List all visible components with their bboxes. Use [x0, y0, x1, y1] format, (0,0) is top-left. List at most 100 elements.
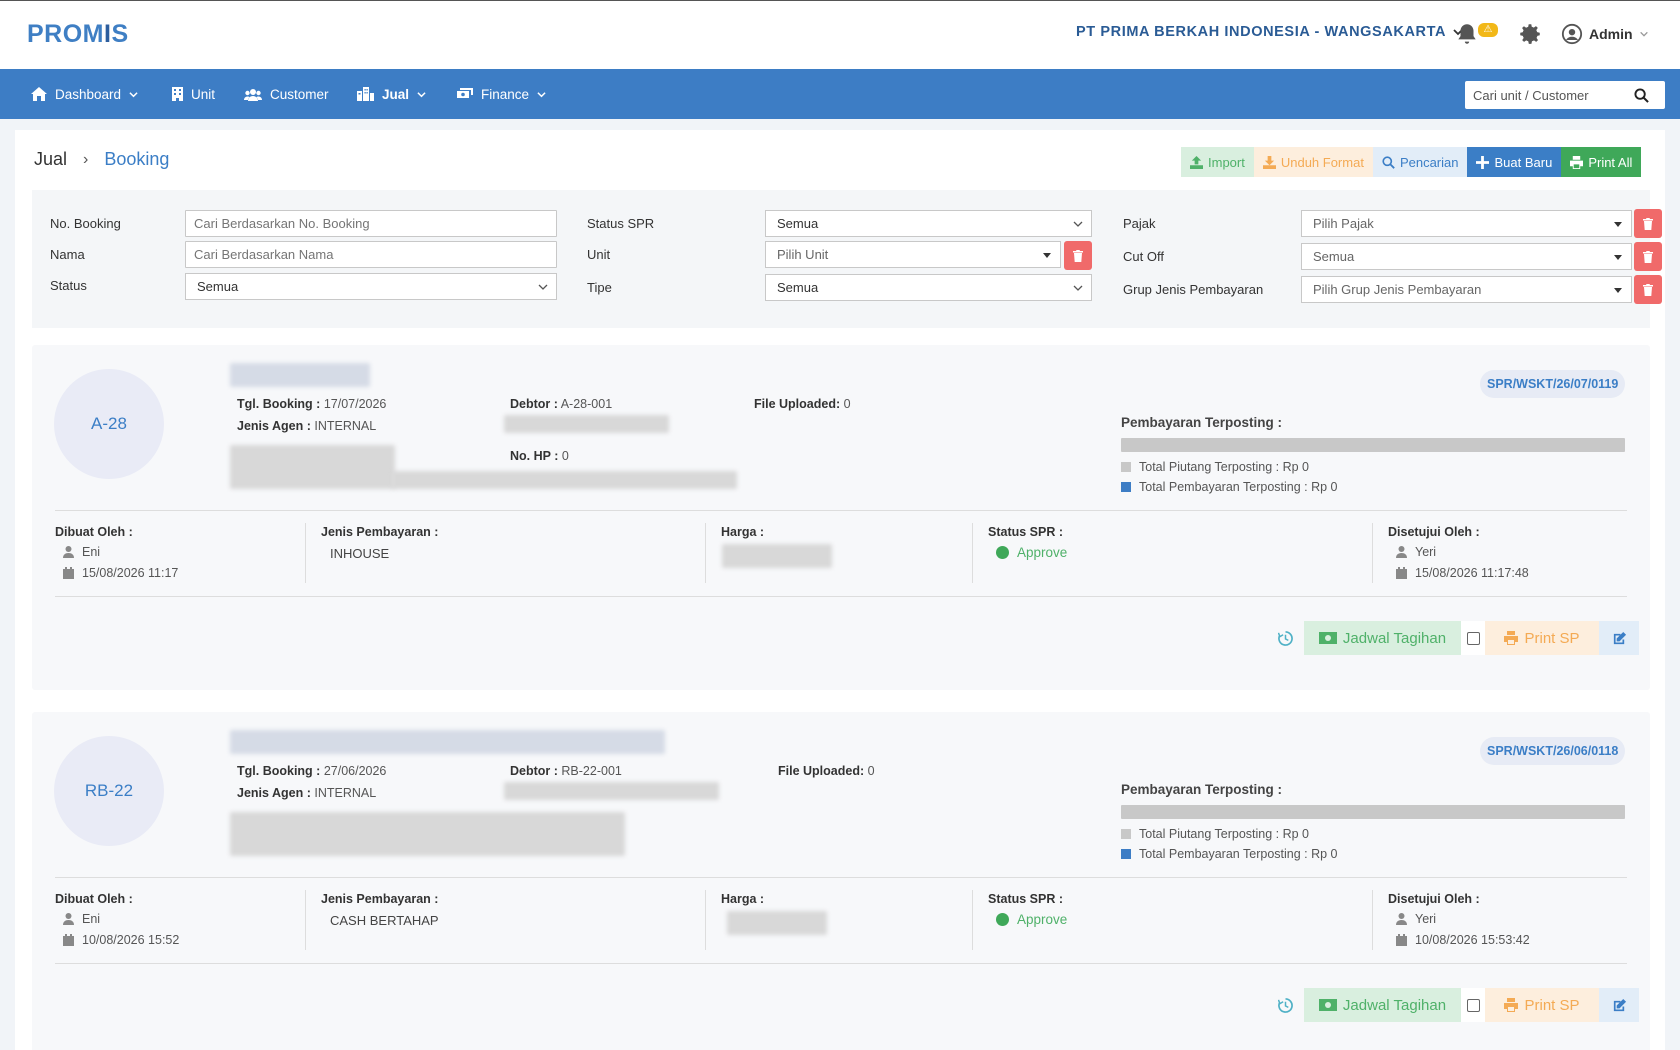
- trash-icon: [1643, 217, 1653, 230]
- address-redacted: [230, 812, 625, 856]
- clear-cut-off-button[interactable]: [1634, 242, 1662, 271]
- clear-grup-button[interactable]: [1634, 275, 1662, 304]
- print-sp-button[interactable]: Print SP: [1485, 621, 1599, 655]
- nav-item-customer[interactable]: Customer: [244, 69, 329, 119]
- divider: [705, 890, 706, 950]
- select-checkbox[interactable]: [1461, 621, 1485, 655]
- download-format-button[interactable]: Unduh Format: [1253, 147, 1373, 177]
- users-icon: [244, 88, 262, 101]
- grup-jenis-pembayaran-select[interactable]: Pilih Grup Jenis Pembayaran: [1301, 276, 1632, 303]
- city-icon: [357, 87, 374, 101]
- spr-number-badge[interactable]: SPR/WSKT/26/07/0119: [1480, 370, 1626, 398]
- user-icon: [1396, 546, 1407, 558]
- customer-name-redacted: [230, 363, 370, 387]
- unit-avatar: RB-22: [54, 736, 164, 846]
- nav-item-dashboard[interactable]: Dashboard: [31, 69, 138, 119]
- divider: [1372, 523, 1373, 583]
- filter-label-cut-off: Cut Off: [1123, 249, 1164, 264]
- clear-pajak-button[interactable]: [1634, 209, 1662, 238]
- card-actions: Jadwal Tagihan Print SP: [1267, 621, 1639, 655]
- divider: [972, 523, 973, 583]
- chevron-down-icon: [1073, 221, 1083, 227]
- print-all-button[interactable]: Print All: [1561, 147, 1642, 177]
- upload-icon: [1190, 155, 1203, 169]
- filter-label-status: Status: [50, 278, 87, 293]
- import-button[interactable]: Import: [1181, 147, 1254, 177]
- filter-label-status-spr: Status SPR: [587, 216, 655, 231]
- app-logo[interactable]: PROMIS: [27, 20, 129, 49]
- user-menu[interactable]: Admin: [1561, 23, 1649, 45]
- filter-panel: No. Booking Nama Status Semua Status SPR…: [32, 190, 1662, 328]
- dibuat-oleh-label: Dibuat Oleh :: [55, 892, 133, 906]
- spr-number-badge[interactable]: SPR/WSKT/26/06/0118: [1480, 737, 1626, 765]
- filter-label-grup: Grup Jenis Pembayaran: [1123, 282, 1264, 297]
- print-sp-button[interactable]: Print SP: [1485, 988, 1599, 1022]
- booking-card: RB-22 Tgl. Booking : 27/06/2026 Jenis Ag…: [32, 712, 1650, 1050]
- nav-item-unit[interactable]: Unit: [172, 69, 215, 119]
- unit-select[interactable]: Pilih Unit: [765, 241, 1061, 268]
- disetujui-oleh-user: Yeri: [1396, 912, 1436, 926]
- legend-total-piutang: Total Piutang Terposting : Rp 0: [1121, 460, 1309, 474]
- caret-down-icon: [1614, 222, 1622, 227]
- calendar-icon: [1396, 567, 1407, 579]
- gear-icon[interactable]: [1517, 21, 1543, 47]
- edit-button[interactable]: [1599, 988, 1639, 1022]
- tgl-booking: Tgl. Booking : 27/06/2026: [237, 764, 387, 778]
- cut-off-select[interactable]: Semua: [1301, 243, 1632, 270]
- company-selector[interactable]: PT PRIMA BERKAH INDONESIA - WANGSAKARTA: [1076, 24, 1464, 40]
- divider: [55, 510, 1627, 511]
- tipe-select[interactable]: Semua: [765, 274, 1092, 301]
- legend-total-pembayaran: Total Pembayaran Terposting : Rp 0: [1121, 847, 1338, 861]
- search-button[interactable]: Pencarian: [1372, 147, 1468, 177]
- no-hp: No. HP : 0: [510, 449, 569, 463]
- clear-unit-button[interactable]: [1064, 241, 1092, 270]
- history-button[interactable]: [1267, 988, 1304, 1022]
- bell-icon[interactable]: [1454, 21, 1480, 47]
- disetujui-oleh-user: Yeri: [1396, 545, 1436, 559]
- jenis-agen: Jenis Agen : INTERNAL: [237, 419, 377, 433]
- file-uploaded: File Uploaded: 0: [754, 397, 851, 411]
- global-search-input[interactable]: [1465, 87, 1630, 103]
- nav-item-finance[interactable]: Finance: [457, 69, 546, 119]
- jenis-pembayaran-value: INHOUSE: [330, 546, 390, 561]
- user-icon: [1396, 913, 1407, 925]
- status-dot: [996, 913, 1009, 926]
- printer-icon: [1570, 155, 1584, 169]
- nav-item-jual[interactable]: Jual: [357, 69, 426, 119]
- status-spr-label: Status SPR :: [988, 892, 1064, 906]
- pembayaran-progress-bar: [1121, 438, 1625, 452]
- address-line-redacted: [392, 471, 737, 489]
- dibuat-oleh-label: Dibuat Oleh :: [55, 525, 133, 539]
- create-new-button[interactable]: Buat Baru: [1467, 147, 1562, 177]
- user-icon: [63, 913, 74, 925]
- search-icon[interactable]: [1634, 87, 1649, 103]
- divider: [55, 596, 1627, 597]
- history-icon: [1278, 997, 1293, 1013]
- jadwal-tagihan-button[interactable]: Jadwal Tagihan: [1304, 621, 1461, 655]
- filter-label-tipe: Tipe: [587, 280, 612, 295]
- history-button[interactable]: [1267, 621, 1304, 655]
- file-uploaded: File Uploaded: 0: [778, 764, 875, 778]
- edit-button[interactable]: [1599, 621, 1639, 655]
- select-checkbox[interactable]: [1461, 988, 1485, 1022]
- breadcrumb-parent[interactable]: Jual: [34, 149, 67, 170]
- money-bill-icon: [1318, 632, 1337, 644]
- caret-down-icon: [1614, 255, 1622, 260]
- address-redacted: [230, 445, 395, 489]
- breadcrumb-separator: ›: [83, 150, 89, 168]
- caret-down-icon: [1043, 253, 1051, 258]
- chevron-down-icon: [417, 91, 426, 97]
- nama-input[interactable]: [185, 241, 557, 268]
- jadwal-tagihan-button[interactable]: Jadwal Tagihan: [1304, 988, 1461, 1022]
- divider: [705, 523, 706, 583]
- no-booking-input[interactable]: [185, 210, 557, 237]
- harga-label: Harga :: [721, 525, 765, 539]
- global-search: [1465, 81, 1665, 109]
- status-select[interactable]: Semua: [185, 273, 557, 300]
- dibuat-oleh-user: Eni: [63, 545, 100, 559]
- status-dot: [996, 546, 1009, 559]
- harga-label: Harga :: [721, 892, 765, 906]
- pajak-select[interactable]: Pilih Pajak: [1301, 210, 1632, 237]
- status-spr-select[interactable]: Semua: [765, 210, 1092, 237]
- edit-icon: [1613, 998, 1626, 1011]
